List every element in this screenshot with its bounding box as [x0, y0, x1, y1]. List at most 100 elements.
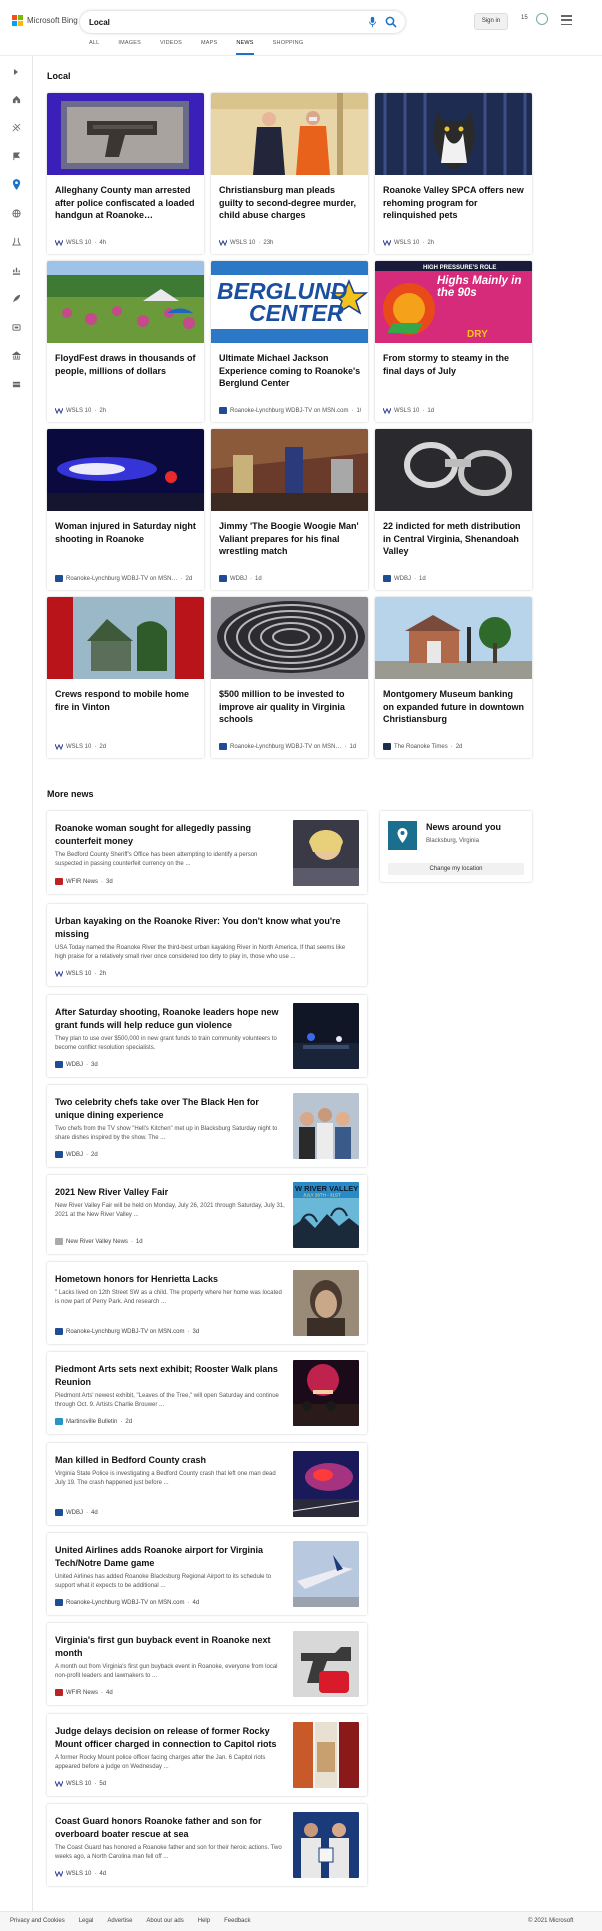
news-item-title[interactable]: Urban kayaking on the Roanoke River: You…: [55, 915, 355, 941]
news-item-thumbnail[interactable]: [293, 1812, 359, 1878]
search-icon[interactable]: [385, 16, 397, 28]
local-news-card[interactable]: HIGH PRESSURE'S ROLE Highs Mainly in the …: [375, 261, 532, 422]
card-title[interactable]: From stormy to steamy in the final days …: [383, 352, 525, 377]
more-news-item[interactable]: Roanoke woman sought for allegedly passi…: [47, 811, 367, 894]
local-news-card[interactable]: Montgomery Museum banking on expanded fu…: [375, 597, 532, 758]
more-news-item[interactable]: Virginia's first gun buyback event in Ro…: [47, 1623, 367, 1705]
home-icon[interactable]: [10, 94, 22, 104]
news-item-thumbnail[interactable]: [293, 1003, 359, 1069]
card-title[interactable]: 22 indicted for meth distribution in Cen…: [383, 520, 525, 558]
news-item-title[interactable]: Roanoke woman sought for allegedly passi…: [55, 822, 280, 848]
card-title[interactable]: Roanoke Valley SPCA offers new rehoming …: [383, 184, 525, 222]
flag-icon[interactable]: [10, 151, 22, 161]
news-item-title[interactable]: United Airlines adds Roanoke airport for…: [55, 1544, 280, 1570]
news-item-thumbnail[interactable]: [293, 1722, 359, 1788]
hamburger-menu-icon[interactable]: [561, 15, 572, 25]
news-item-title[interactable]: 2021 New River Valley Fair: [55, 1186, 280, 1199]
location-icon[interactable]: [10, 178, 22, 190]
local-news-card[interactable]: BERGLUND CENTER Ultimate Michael Jackson E…: [211, 261, 368, 422]
bing-logo[interactable]: Microsoft Bing: [12, 15, 78, 26]
news-item-title[interactable]: Judge delays decision on release of form…: [55, 1725, 280, 1751]
news-item-title[interactable]: Piedmont Arts sets next exhibit; Rooster…: [55, 1363, 280, 1389]
footer-link-advertise[interactable]: Advertise: [107, 1918, 132, 1924]
card-thumbnail[interactable]: [47, 597, 204, 679]
card-thumbnail[interactable]: [211, 597, 368, 679]
more-news-item[interactable]: Hometown honors for Henrietta Lacks " Lac…: [47, 1262, 367, 1344]
card-title[interactable]: Alleghany County man arrested after poli…: [55, 184, 197, 222]
tab-maps[interactable]: MAPS: [201, 40, 217, 55]
card-title[interactable]: $500 million to be invested to improve a…: [219, 688, 361, 726]
tab-shopping[interactable]: SHOPPING: [273, 40, 304, 55]
card-thumbnail[interactable]: BERGLUND CENTER: [211, 261, 368, 343]
globe-icon[interactable]: [10, 208, 22, 218]
news-item-thumbnail[interactable]: [293, 1360, 359, 1426]
news-item-thumbnail[interactable]: [293, 1270, 359, 1336]
more-news-item[interactable]: Two celebrity chefs take over The Black …: [47, 1085, 367, 1167]
change-location-button[interactable]: Change my location: [388, 863, 524, 875]
news-item-title[interactable]: Two celebrity chefs take over The Black …: [55, 1096, 280, 1122]
more-news-item[interactable]: Man killed in Bedford County crash Virgin…: [47, 1443, 367, 1525]
local-news-card[interactable]: Christiansburg man pleads guilty to seco…: [211, 93, 368, 254]
news-item-thumbnail[interactable]: W RIVER VALLEY F JULY 26TH - 31ST: [293, 1182, 359, 1248]
sports-icon[interactable]: [10, 122, 22, 132]
card-thumbnail[interactable]: [211, 93, 368, 175]
local-news-card[interactable]: 22 indicted for meth distribution in Cen…: [375, 429, 532, 590]
more-news-item[interactable]: Judge delays decision on release of form…: [47, 1714, 367, 1796]
news-item-title[interactable]: Hometown honors for Henrietta Lacks: [55, 1273, 280, 1286]
card-thumbnail[interactable]: [375, 93, 532, 175]
local-news-card[interactable]: Crews respond to mobile home fire in Vin…: [47, 597, 204, 758]
footer-link-help[interactable]: Help: [198, 1918, 210, 1924]
local-news-card[interactable]: Alleghany County man arrested after poli…: [47, 93, 204, 254]
footer-link-privacy[interactable]: Privacy and Cookies: [10, 1918, 65, 1924]
rewards-points[interactable]: 15: [521, 15, 528, 21]
local-news-card[interactable]: Woman injured in Saturday night shooting…: [47, 429, 204, 590]
politics-icon[interactable]: [10, 350, 22, 360]
microphone-icon[interactable]: [367, 16, 378, 28]
more-news-item[interactable]: Urban kayaking on the Roanoke River: You…: [47, 904, 367, 986]
card-title[interactable]: Christiansburg man pleads guilty to seco…: [219, 184, 361, 222]
tab-all[interactable]: ALL: [89, 40, 99, 55]
card-title[interactable]: Ultimate Michael Jackson Experience comi…: [219, 352, 361, 390]
news-item-thumbnail[interactable]: [293, 1093, 359, 1159]
card-thumbnail[interactable]: HIGH PRESSURE'S ROLE Highs Mainly in the …: [375, 261, 532, 343]
news-item-title[interactable]: Virginia's first gun buyback event in Ro…: [55, 1634, 280, 1660]
footer-link-about-ads[interactable]: About our ads: [146, 1918, 183, 1924]
tab-videos[interactable]: VIDEOS: [160, 40, 182, 55]
footer-link-feedback[interactable]: Feedback: [224, 1918, 250, 1924]
money-icon[interactable]: [10, 265, 22, 275]
card-thumbnail[interactable]: [47, 93, 204, 175]
rocket-icon[interactable]: [10, 293, 22, 303]
search-input[interactable]: [89, 15, 339, 29]
card-title[interactable]: Woman injured in Saturday night shooting…: [55, 520, 197, 545]
more-news-item[interactable]: United Airlines adds Roanoke airport for…: [47, 1533, 367, 1615]
tv-icon[interactable]: [10, 322, 22, 332]
more-news-item[interactable]: After Saturday shooting, Roanoke leaders…: [47, 995, 367, 1077]
card-thumbnail[interactable]: [375, 429, 532, 511]
card-thumbnail[interactable]: [47, 261, 204, 343]
news-item-thumbnail[interactable]: [293, 820, 359, 886]
card-title[interactable]: Jimmy 'The Boogie Woogie Man' Valiant pr…: [219, 520, 361, 558]
more-news-item[interactable]: Coast Guard honors Roanoke father and so…: [47, 1804, 367, 1886]
footer-link-legal[interactable]: Legal: [79, 1918, 94, 1924]
news-item-title[interactable]: Man killed in Bedford County crash: [55, 1454, 280, 1467]
news-item-title[interactable]: After Saturday shooting, Roanoke leaders…: [55, 1006, 280, 1032]
card-thumbnail[interactable]: [211, 429, 368, 511]
news-item-thumbnail[interactable]: [293, 1541, 359, 1607]
news-item-thumbnail[interactable]: [293, 1631, 359, 1697]
sign-in-button[interactable]: Sign in: [474, 13, 508, 30]
news-item-title[interactable]: Coast Guard honors Roanoke father and so…: [55, 1815, 280, 1841]
card-title[interactable]: Montgomery Museum banking on expanded fu…: [383, 688, 525, 726]
local-news-card[interactable]: $500 million to be invested to improve a…: [211, 597, 368, 758]
tab-images[interactable]: IMAGES: [118, 40, 141, 55]
card-title[interactable]: Crews respond to mobile home fire in Vin…: [55, 688, 197, 713]
local-news-card[interactable]: FloydFest draws in thousands of people, …: [47, 261, 204, 422]
local-news-card[interactable]: Jimmy 'The Boogie Woogie Man' Valiant pr…: [211, 429, 368, 590]
card-icon[interactable]: [10, 379, 22, 389]
expand-icon[interactable]: [10, 67, 22, 77]
card-title[interactable]: FloydFest draws in thousands of people, …: [55, 352, 197, 377]
rewards-medal-icon[interactable]: [536, 13, 548, 25]
card-thumbnail[interactable]: [375, 597, 532, 679]
local-news-card[interactable]: Roanoke Valley SPCA offers new rehoming …: [375, 93, 532, 254]
news-item-thumbnail[interactable]: [293, 1451, 359, 1517]
more-news-item[interactable]: 2021 New River Valley Fair New River Vall…: [47, 1175, 367, 1254]
